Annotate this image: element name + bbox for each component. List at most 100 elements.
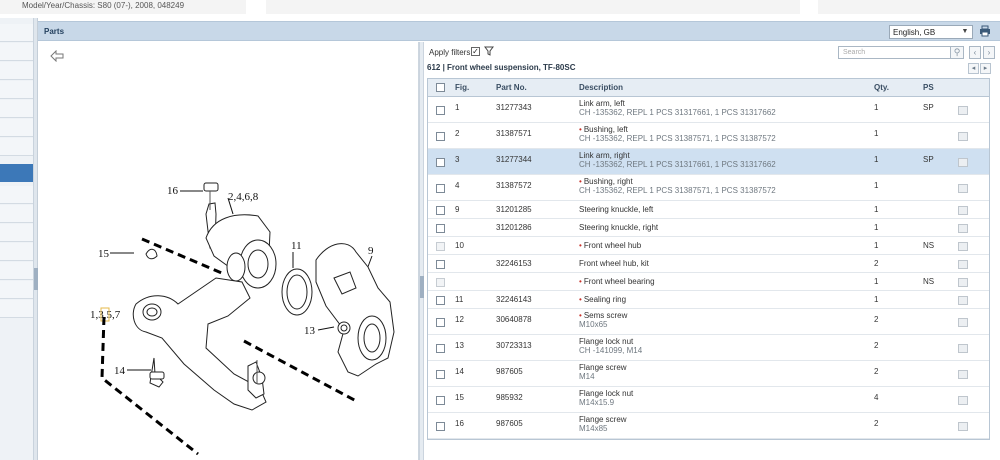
table-row[interactable]: 31201286 Steering knuckle, right 1 xyxy=(428,219,989,237)
header-part-no[interactable]: Part No. xyxy=(496,83,527,92)
add-to-cart-icon[interactable] xyxy=(958,318,968,327)
row-checkbox[interactable] xyxy=(436,344,445,353)
header-qty[interactable]: Qty. xyxy=(874,83,889,92)
table-row[interactable]: 14 987605 Flange screw M14 2 xyxy=(428,361,989,387)
row-description-main: Link arm, right xyxy=(579,151,630,160)
add-to-cart-icon[interactable] xyxy=(958,278,968,287)
row-checkbox[interactable] xyxy=(436,318,445,327)
add-to-cart-icon[interactable] xyxy=(958,184,968,193)
row-checkbox[interactable] xyxy=(436,106,445,115)
table-row[interactable]: 15 985932 Flange lock nut M14x15.9 4 xyxy=(428,387,989,413)
page-prev-button[interactable]: ‹ xyxy=(969,46,981,59)
add-to-cart-icon[interactable] xyxy=(958,370,968,379)
sidebar-item[interactable] xyxy=(0,24,33,42)
callout-11[interactable]: 11 xyxy=(291,240,302,252)
row-description-main: Sealing ring xyxy=(583,295,627,304)
sidebar-item[interactable] xyxy=(0,119,33,137)
add-to-cart-icon[interactable] xyxy=(958,132,968,141)
row-checkbox xyxy=(436,242,445,251)
row-fig: 15 xyxy=(455,393,464,402)
row-description-sub: CH -135362, REPL 1 PCS 31317661, 1 PCS 3… xyxy=(579,108,776,117)
sidebar-item[interactable] xyxy=(0,262,33,280)
add-to-cart-icon[interactable] xyxy=(958,106,968,115)
add-to-cart-icon[interactable] xyxy=(958,260,968,269)
sidebar-item[interactable] xyxy=(0,186,33,204)
table-row[interactable]: 1 31277343 Link arm, left CH -135362, REPL … xyxy=(428,97,989,123)
table-row[interactable]: 9 31201285 Steering knuckle, left 1 xyxy=(428,201,989,219)
row-checkbox[interactable] xyxy=(436,422,445,431)
page-next-button[interactable]: › xyxy=(983,46,995,59)
row-checkbox[interactable] xyxy=(436,158,445,167)
print-icon[interactable] xyxy=(978,25,992,39)
row-ps: SP xyxy=(923,155,934,164)
sidebar-item-active[interactable] xyxy=(0,164,33,182)
section-title: 612 | Front wheel suspension, TF-80SC xyxy=(427,63,576,72)
table-row[interactable]: 11 32246143 • Sealing ring 1 xyxy=(428,291,989,309)
table-row[interactable]: 12 30640878 • Sems screw M10x65 2 xyxy=(428,309,989,335)
callout-16[interactable]: 16 xyxy=(167,185,179,197)
select-all-checkbox[interactable] xyxy=(436,83,445,92)
row-part-no: 31387572 xyxy=(496,181,532,190)
search-input[interactable]: Search xyxy=(838,46,951,59)
section-prev-button[interactable]: ◂ xyxy=(968,63,979,74)
callout-14[interactable]: 14 xyxy=(114,365,126,377)
row-checkbox[interactable] xyxy=(436,260,445,269)
table-row[interactable]: 32246153 Front wheel hub, kit 2 xyxy=(428,255,989,273)
row-checkbox[interactable] xyxy=(436,296,445,305)
row-description-sub: CH -135362, REPL 1 PCS 31387571, 1 PCS 3… xyxy=(579,134,776,143)
add-to-cart-icon[interactable] xyxy=(958,422,968,431)
table-row[interactable]: 16 987605 Flange screw M14x85 2 xyxy=(428,413,989,439)
sidebar-item[interactable] xyxy=(0,224,33,242)
section-next-button[interactable]: ▸ xyxy=(980,63,991,74)
table-row[interactable]: 4 31387572 • Bushing, right CH -135362, REPL… xyxy=(428,175,989,201)
sidebar-item[interactable] xyxy=(0,81,33,99)
row-qty: 2 xyxy=(874,367,879,376)
sidebar-item[interactable] xyxy=(0,43,33,61)
filter-icon[interactable] xyxy=(484,46,494,56)
callout-13[interactable]: 13 xyxy=(304,325,316,337)
add-to-cart-icon[interactable] xyxy=(958,344,968,353)
row-checkbox[interactable] xyxy=(436,206,445,215)
header-fig[interactable]: Fig. xyxy=(455,83,469,92)
table-row[interactable]: 10 • Front wheel hub 1 NS xyxy=(428,237,989,255)
sidebar-item[interactable] xyxy=(0,243,33,261)
table-row[interactable]: 3 31277344 Link arm, right CH -135362, REPL… xyxy=(428,149,989,175)
search-icon[interactable]: ⚲ xyxy=(951,46,964,59)
row-checkbox[interactable] xyxy=(436,184,445,193)
callout-2-4-6-8[interactable]: 2,4,6,8 xyxy=(228,191,259,203)
sidebar-item[interactable] xyxy=(0,138,33,156)
top-bar: Model/Year/Chassis: S80 (07-), 2008, 048… xyxy=(0,0,1000,18)
sidebar-item[interactable] xyxy=(0,205,33,223)
header-ps[interactable]: PS xyxy=(923,83,934,92)
row-qty: 1 xyxy=(874,241,879,250)
callout-15[interactable]: 15 xyxy=(98,248,110,260)
add-to-cart-icon[interactable] xyxy=(958,158,968,167)
row-description-main: Bushing, left xyxy=(583,125,628,134)
apply-filters-checkbox[interactable]: ✓ xyxy=(471,47,480,56)
row-checkbox[interactable] xyxy=(436,396,445,405)
row-description-sub: M14x85 xyxy=(579,424,608,433)
sidebar-item[interactable] xyxy=(0,100,33,118)
top-bar-segment xyxy=(266,0,800,14)
row-fig: 3 xyxy=(455,155,460,164)
row-qty: 4 xyxy=(874,393,879,402)
sidebar-item[interactable] xyxy=(0,281,33,299)
header-description[interactable]: Description xyxy=(579,83,623,92)
add-to-cart-icon[interactable] xyxy=(958,242,968,251)
add-to-cart-icon[interactable] xyxy=(958,206,968,215)
add-to-cart-icon[interactable] xyxy=(958,224,968,233)
add-to-cart-icon[interactable] xyxy=(958,296,968,305)
table-row[interactable]: • Front wheel bearing 1 NS xyxy=(428,273,989,291)
row-fig: 10 xyxy=(455,241,464,250)
row-description-main: Front wheel bearing xyxy=(583,277,655,286)
add-to-cart-icon[interactable] xyxy=(958,396,968,405)
table-row[interactable]: 13 30723313 Flange lock nut CH -141099, M14… xyxy=(428,335,989,361)
row-checkbox[interactable] xyxy=(436,224,445,233)
sidebar-item[interactable] xyxy=(0,62,33,80)
table-row[interactable]: 2 31387571 • Bushing, left CH -135362, REPL … xyxy=(428,123,989,149)
sidebar-item[interactable] xyxy=(0,300,33,318)
language-select[interactable]: English, GB ▼ xyxy=(889,25,973,39)
callout-9[interactable]: 9 xyxy=(368,245,374,257)
row-checkbox[interactable] xyxy=(436,370,445,379)
row-checkbox[interactable] xyxy=(436,132,445,141)
